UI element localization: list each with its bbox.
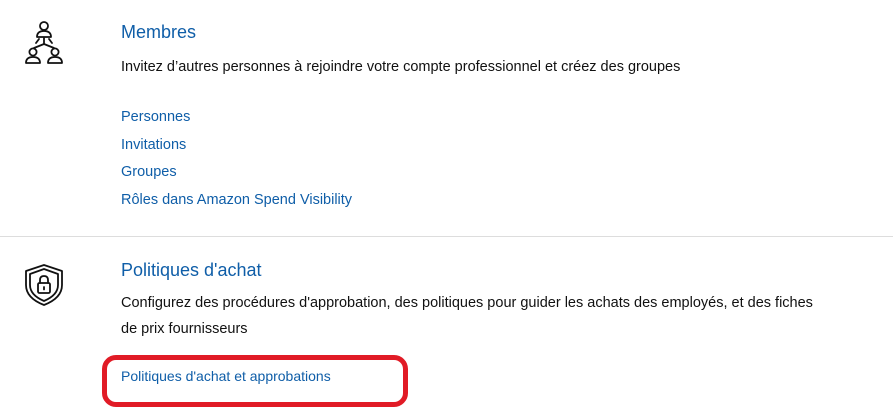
purchase-policies-description-line: Configurez des procédures d'approbation,…	[121, 295, 813, 311]
members-link-item: Invitations	[121, 132, 352, 160]
purchase-policies-title[interactable]: Politiques d'achat	[121, 260, 262, 281]
groups-link[interactable]: Groupes	[121, 164, 177, 180]
people-network-icon	[25, 21, 63, 64]
spend-visibility-roles-link[interactable]: Rôles dans Amazon Spend Visibility	[121, 192, 352, 208]
members-description: Invitez d’autres personnes à rejoindre v…	[121, 59, 681, 75]
purchase-policies-description-line: de prix fournisseurs	[121, 321, 248, 337]
members-link-item: Rôles dans Amazon Spend Visibility	[121, 187, 352, 215]
people-link[interactable]: Personnes	[121, 109, 190, 125]
shield-lock-icon	[25, 264, 63, 306]
members-link-item: Personnes	[121, 104, 352, 132]
purchase-policies-section: Politiques d'achat Configurez des procéd…	[0, 237, 893, 414]
members-link-item: Groupes	[121, 159, 352, 187]
members-title[interactable]: Membres	[121, 22, 196, 43]
invitations-link[interactable]: Invitations	[121, 137, 186, 153]
members-links-list: Personnes Invitations Groupes Rôles dans…	[121, 104, 352, 214]
purchase-policies-description: Configurez des procédures d'approbation,…	[121, 290, 861, 342]
purchase-policies-approvals-link[interactable]: Politiques d'achat et approbations	[121, 368, 331, 384]
members-section: Membres Invitez d’autres personnes à rej…	[0, 0, 893, 236]
